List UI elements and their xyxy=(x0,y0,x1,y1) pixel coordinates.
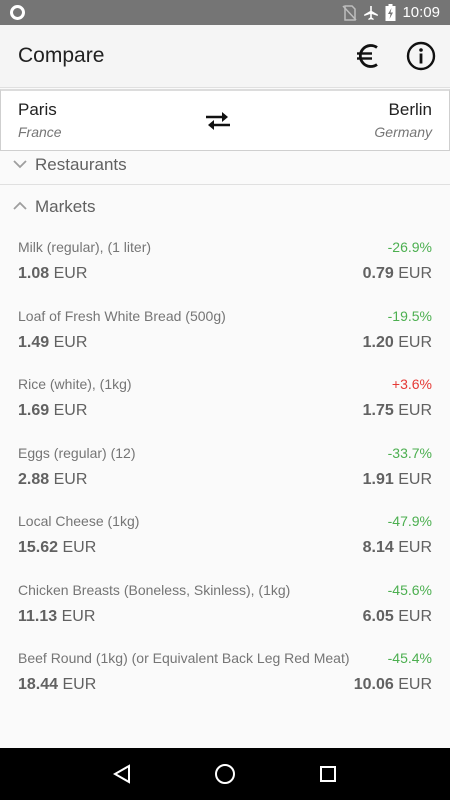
left-price-currency: EUR xyxy=(62,539,97,556)
status-time: 10:09 xyxy=(402,4,440,21)
price-diff: -19.5% xyxy=(387,307,432,324)
left-price-value: 1.49 xyxy=(18,333,50,351)
list-item[interactable]: Milk (regular), (1 liter) -26.9% 1.08 EUR 0… xyxy=(0,233,450,302)
item-name: Loaf of Fresh White Bread (500g) xyxy=(18,307,226,324)
no-sim-icon xyxy=(342,4,358,21)
left-price-currency: EUR xyxy=(53,470,88,488)
right-city[interactable]: Berlin Germany xyxy=(374,99,432,143)
list-item[interactable]: Chicken Breasts (Boneless, Skinless), (1… xyxy=(0,576,450,645)
list-item[interactable]: Eggs (regular) (12) -33.7% 2.88 EUR 1.91 EU… xyxy=(0,439,450,508)
price-diff: -45.6% xyxy=(387,581,432,598)
list-item[interactable]: Beef Round (1kg) (or Equivalent Back Leg… xyxy=(0,644,450,713)
market-items-list: Milk (regular), (1 liter) -26.9% 1.08 EUR 0… xyxy=(0,233,450,713)
list-item[interactable]: Rice (white), (1kg) +3.6% 1.69 EUR 1.75 EUR xyxy=(0,370,450,439)
left-price-currency: EUR xyxy=(61,607,96,625)
right-price-value: 1.75 xyxy=(362,402,394,419)
page-title: Compare xyxy=(18,44,105,67)
right-price-currency: EUR xyxy=(398,402,432,419)
right-price-currency: EUR xyxy=(398,470,432,488)
left-price-value: 2.88 xyxy=(18,470,50,488)
right-price-value: 10.06 xyxy=(353,676,394,693)
price-diff: -45.4% xyxy=(387,650,432,666)
left-price-value: 15.62 xyxy=(18,539,59,556)
item-name: Milk (regular), (1 liter) xyxy=(18,239,152,255)
right-city-country: Germany xyxy=(374,123,432,140)
section-markets[interactable]: Markets xyxy=(0,190,450,224)
right-city-price: 1.91 EUR xyxy=(363,471,432,489)
item-name: Eggs (regular) (12) xyxy=(18,444,136,461)
right-price-value: 0.79 xyxy=(362,265,394,282)
right-price-currency: EUR xyxy=(398,607,432,625)
item-name: Rice (white), (1kg) xyxy=(18,376,132,392)
left-city[interactable]: Paris France xyxy=(18,99,62,143)
euro-icon[interactable] xyxy=(352,39,386,73)
circle-icon xyxy=(10,5,25,20)
left-city-price: 1.08 EUR xyxy=(18,265,87,283)
right-price-value: 8.14 xyxy=(362,539,394,556)
list-item[interactable]: Local Cheese (1kg) -47.9% 15.62 EUR 8.14 EU… xyxy=(0,507,450,576)
right-price-currency: EUR xyxy=(398,539,432,556)
left-price-value: 11.13 xyxy=(18,607,58,625)
right-price-value: 1.20 xyxy=(362,333,394,351)
home-icon[interactable] xyxy=(205,754,245,794)
left-price-currency: EUR xyxy=(53,402,88,419)
right-city-price: 1.20 EUR xyxy=(363,334,432,352)
list-item[interactable]: Loaf of Fresh White Bread (500g) -19.5% 1.… xyxy=(0,302,450,371)
swap-icon[interactable] xyxy=(201,104,235,138)
price-diff: -26.9% xyxy=(387,239,432,255)
left-city-price: 11.13 EUR xyxy=(18,608,95,626)
item-name: Beef Round (1kg) (or Equivalent Back Leg… xyxy=(18,650,350,666)
item-name: Chicken Breasts (Boneless, Skinless), (1… xyxy=(18,581,291,598)
divider xyxy=(0,184,450,185)
back-icon[interactable] xyxy=(102,754,142,794)
price-diff: -47.9% xyxy=(387,513,432,529)
airplane-icon xyxy=(363,5,379,21)
chevron-up-icon xyxy=(13,198,27,216)
left-price-currency: EUR xyxy=(62,676,97,693)
left-city-price: 18.44 EUR xyxy=(18,676,96,694)
left-price-currency: EUR xyxy=(53,333,88,351)
city-comparison-row: Paris France Berlin Germany xyxy=(0,89,450,151)
chevron-down-icon xyxy=(13,156,27,174)
section-restaurants[interactable]: Restaurants xyxy=(0,148,450,182)
left-city-price: 15.62 EUR xyxy=(18,539,96,557)
info-icon[interactable] xyxy=(404,39,438,73)
left-price-value: 1.08 xyxy=(18,265,50,282)
left-price-value: 18.44 xyxy=(18,676,59,693)
right-price-value: 1.91 xyxy=(362,470,394,488)
right-city-price: 0.79 EUR xyxy=(363,265,432,283)
right-city-price: 1.75 EUR xyxy=(363,402,432,420)
price-diff: -33.7% xyxy=(387,444,432,461)
section-markets-label: Markets xyxy=(35,197,96,216)
right-city-price: 8.14 EUR xyxy=(363,539,432,557)
right-city-price: 10.06 EUR xyxy=(354,676,432,694)
left-city-name: Paris xyxy=(18,99,57,119)
left-price-value: 1.69 xyxy=(18,402,50,419)
right-price-currency: EUR xyxy=(398,676,432,693)
right-city-name: Berlin xyxy=(388,99,432,119)
right-price-currency: EUR xyxy=(398,333,432,351)
item-name: Local Cheese (1kg) xyxy=(18,513,140,529)
right-price-value: 6.05 xyxy=(362,607,394,625)
app-bar: Compare xyxy=(0,25,450,88)
left-city-country: France xyxy=(18,123,62,140)
left-city-price: 1.49 EUR xyxy=(18,334,87,352)
left-city-price: 1.69 EUR xyxy=(18,402,87,420)
left-price-currency: EUR xyxy=(53,265,88,282)
price-diff: +3.6% xyxy=(391,376,432,392)
status-bar: 10:09 xyxy=(0,0,450,25)
section-restaurants-label: Restaurants xyxy=(35,155,127,174)
right-city-price: 6.05 EUR xyxy=(363,608,432,626)
right-price-currency: EUR xyxy=(398,265,432,282)
battery-charging-icon xyxy=(385,4,396,21)
left-city-price: 2.88 EUR xyxy=(18,471,87,489)
navigation-bar xyxy=(0,748,450,800)
recents-icon[interactable] xyxy=(308,754,348,794)
